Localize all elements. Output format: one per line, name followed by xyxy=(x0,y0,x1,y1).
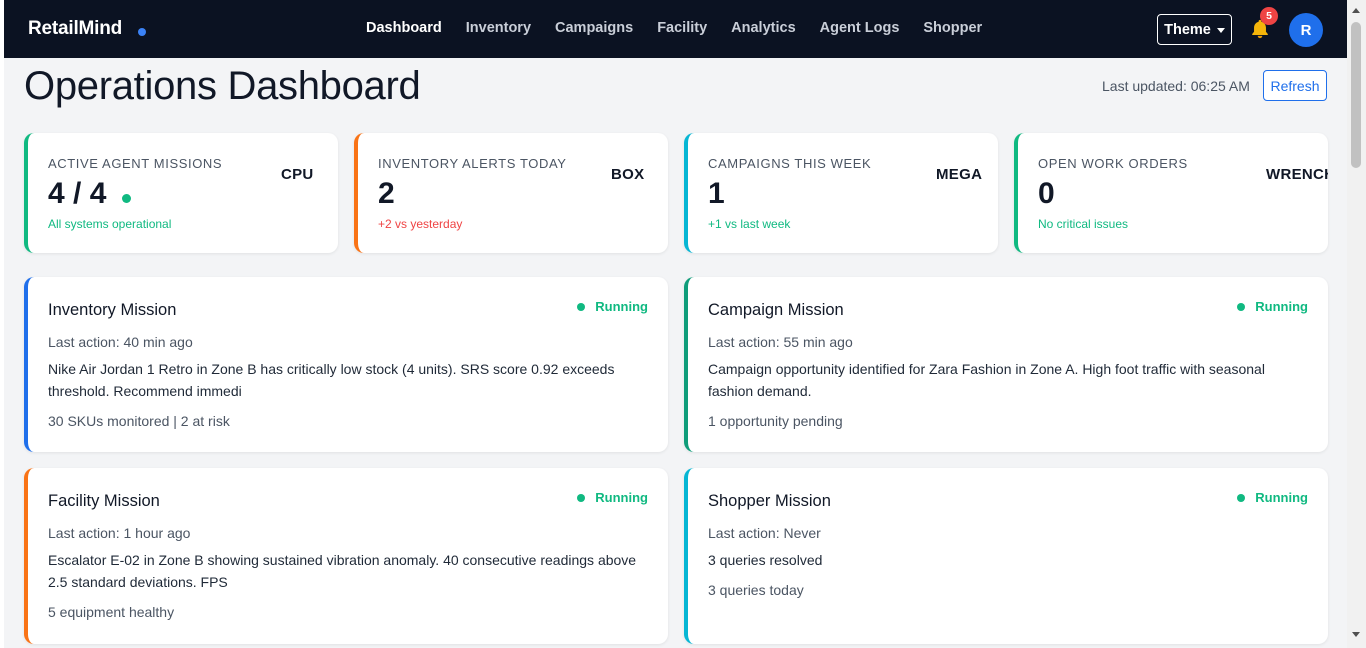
mission-title: Inventory Mission xyxy=(48,301,177,319)
nav-links: Dashboard Inventory Campaigns Facility A… xyxy=(366,20,1006,36)
stat-value-text: 0 xyxy=(1038,177,1055,210)
mission-description: Escalator E-02 in Zone B showing sustain… xyxy=(48,552,637,590)
status-badge: Running xyxy=(577,490,648,505)
nav-link-inventory[interactable]: Inventory xyxy=(466,20,531,36)
live-status-dot-icon xyxy=(122,193,132,203)
status-text: Running xyxy=(1255,299,1308,314)
mission-title: Shopper Mission xyxy=(708,492,831,510)
status-badge: Running xyxy=(1237,490,1308,505)
app-frame: RetailMind Dashboard Inventory Campaigns… xyxy=(4,0,1347,648)
wrench-icon: WRENCH xyxy=(1266,166,1328,183)
stat-value-text: 4 / 4 xyxy=(48,177,107,210)
stat-card-inventory-alerts: Inventory Alerts Today 2 +2 vs yesterday… xyxy=(354,133,668,253)
mission-last-action: Last action: 40 min ago xyxy=(48,334,193,350)
box-icon: BOX xyxy=(611,166,645,183)
running-dot-icon xyxy=(577,302,586,311)
stat-label: Inventory Alerts Today xyxy=(378,156,567,171)
stat-value: 0 xyxy=(1038,177,1055,211)
theme-label: Theme xyxy=(1164,21,1211,38)
mission-last-action: Last action: Never xyxy=(708,525,821,541)
stat-subtext: +2 vs yesterday xyxy=(378,217,463,231)
status-text: Running xyxy=(595,299,648,314)
stat-subtext: +1 vs last week xyxy=(708,217,791,231)
cpu-icon: CPU xyxy=(281,166,314,183)
mission-card-inventory[interactable]: Inventory Mission Running Last action: 4… xyxy=(24,277,668,452)
nav-link-dashboard[interactable]: Dashboard xyxy=(366,20,442,36)
mission-footer: 3 queries today xyxy=(708,582,804,598)
stat-subtext: All systems operational xyxy=(48,217,172,231)
mission-card-shopper[interactable]: Shopper Mission Running Last action: Nev… xyxy=(684,468,1328,644)
top-navbar: RetailMind Dashboard Inventory Campaigns… xyxy=(4,0,1347,58)
mission-last-action: Last action: 55 min ago xyxy=(708,334,853,350)
status-badge: Running xyxy=(577,299,648,314)
nav-link-facility[interactable]: Facility xyxy=(657,20,707,36)
page-title: Operations Dashboard xyxy=(24,64,421,108)
refresh-button[interactable]: Refresh xyxy=(1263,70,1327,101)
scroll-up-arrow-icon[interactable] xyxy=(1352,8,1360,13)
mission-footer: 5 equipment healthy xyxy=(48,604,175,620)
stat-card-work-orders: Open Work Orders 0 No critical issues WR… xyxy=(1014,133,1328,253)
nav-link-shopper[interactable]: Shopper xyxy=(923,20,982,36)
status-text: Running xyxy=(595,490,648,505)
stat-value: 4 / 4 xyxy=(48,177,132,211)
notification-badge: 5 xyxy=(1260,7,1278,25)
mission-description: 3 queries resolved xyxy=(708,552,823,568)
brand-logo[interactable]: RetailMind xyxy=(28,18,122,40)
stat-card-active-missions: Active Agent Missions 4 / 4 All systems … xyxy=(24,133,338,253)
mission-description: Nike Air Jordan 1 Retro in Zone B has cr… xyxy=(48,361,615,399)
megaphone-icon: MEGA xyxy=(936,166,983,183)
caret-down-icon xyxy=(1216,27,1225,33)
stat-value: 2 xyxy=(378,177,395,211)
stat-subtext: No critical issues xyxy=(1038,217,1129,231)
stat-label: Campaigns This Week xyxy=(708,156,872,171)
mission-last-action: Last action: 1 hour ago xyxy=(48,525,191,541)
scroll-down-arrow-icon[interactable] xyxy=(1352,632,1360,637)
mission-description: Campaign opportunity identified for Zara… xyxy=(708,361,1265,399)
status-badge: Running xyxy=(1237,299,1308,314)
mission-footer: 30 SKUs monitored | 2 at risk xyxy=(48,413,230,429)
scrollbar-thumb[interactable] xyxy=(1351,22,1361,168)
stat-value: 1 xyxy=(708,177,725,211)
running-dot-icon xyxy=(577,493,586,502)
running-dot-icon xyxy=(1237,302,1246,311)
vertical-scrollbar[interactable] xyxy=(1347,0,1366,648)
brand-dot-icon xyxy=(138,28,146,36)
theme-dropdown-button[interactable]: Theme xyxy=(1157,14,1232,45)
mission-title: Campaign Mission xyxy=(708,301,844,319)
last-updated-text: Last updated: 06:25 AM xyxy=(1102,78,1250,94)
stat-label: Active Agent Missions xyxy=(48,156,223,171)
nav-link-analytics[interactable]: Analytics xyxy=(731,20,795,36)
nav-link-agent-logs[interactable]: Agent Logs xyxy=(820,20,900,36)
nav-link-campaigns[interactable]: Campaigns xyxy=(555,20,633,36)
stat-label: Open Work Orders xyxy=(1038,156,1188,171)
stat-value-text: 2 xyxy=(378,177,395,210)
mission-footer: 1 opportunity pending xyxy=(708,413,843,429)
mission-card-campaign[interactable]: Campaign Mission Running Last action: 55… xyxy=(684,277,1328,452)
mission-title: Facility Mission xyxy=(48,492,160,510)
stat-card-campaigns: Campaigns This Week 1 +1 vs last week ME… xyxy=(684,133,998,253)
stat-value-text: 1 xyxy=(708,177,725,210)
status-text: Running xyxy=(1255,490,1308,505)
avatar[interactable]: R xyxy=(1289,13,1323,47)
mission-card-facility[interactable]: Facility Mission Running Last action: 1 … xyxy=(24,468,668,644)
running-dot-icon xyxy=(1237,493,1246,502)
